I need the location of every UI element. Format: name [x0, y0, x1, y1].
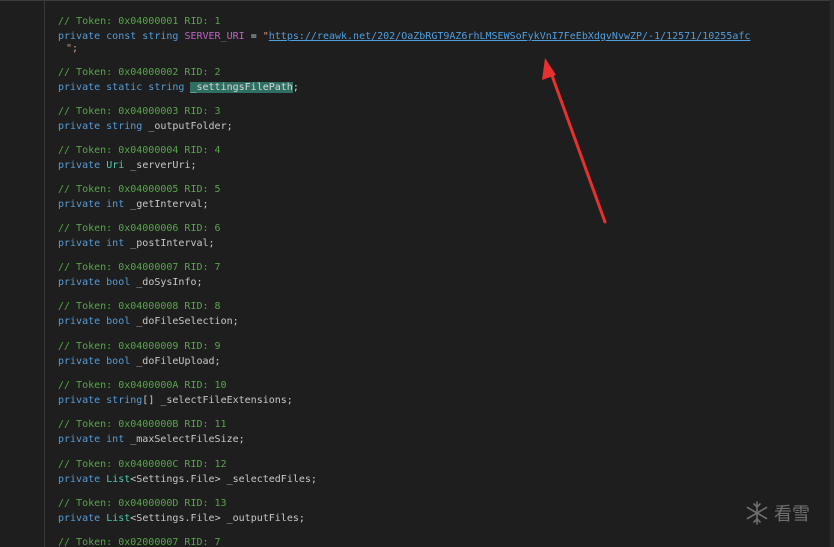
identifier[interactable]: _getInterval; — [130, 199, 208, 210]
modifiers: private int — [58, 199, 125, 210]
type-name[interactable]: List — [106, 513, 130, 524]
code-line[interactable]: private string _outputFolder; — [58, 120, 233, 134]
operator: = — [244, 31, 263, 42]
identifier[interactable]: _serverUri; — [130, 160, 196, 171]
identifier[interactable]: _selectFileExtensions; — [160, 395, 292, 406]
code-line[interactable]: private bool _doSysInfo; — [58, 276, 203, 290]
code-comment: // Token: 0x0400000C RID: 12 — [58, 459, 227, 470]
identifier[interactable]: _postInterval; — [130, 238, 214, 249]
generic-args: <Settings.File> — [130, 474, 221, 485]
modifiers: private int — [58, 434, 125, 445]
identifier[interactable]: _outputFiles; — [227, 513, 305, 524]
code-comment: // Token: 0x0400000D RID: 13 — [58, 498, 227, 509]
identifier[interactable]: _maxSelectFileSize; — [130, 434, 244, 445]
top-border — [0, 0, 834, 1]
modifiers: private int — [58, 238, 125, 249]
identifier[interactable]: _doSysInfo; — [136, 277, 202, 288]
identifier[interactable]: _doFileUpload; — [136, 356, 220, 367]
code-comment: // Token: 0x04000007 RID: 7 — [58, 262, 221, 273]
code-line[interactable]: private string[] _selectFileExtensions; — [58, 394, 293, 408]
code-comment: // Token: 0x04000001 RID: 1 — [58, 16, 221, 27]
code-comment: // Token: 0x04000003 RID: 3 — [58, 106, 221, 117]
modifiers: private bool — [58, 316, 131, 327]
modifiers: private const string — [58, 31, 179, 42]
modifiers: private — [58, 513, 101, 524]
modifiers: private — [58, 474, 101, 485]
code-comment: // Token: 0x0400000A RID: 10 — [58, 380, 227, 391]
type-name[interactable]: List — [106, 474, 130, 485]
watermark: 看雪 — [744, 500, 810, 526]
array-brackets: [] — [142, 395, 155, 406]
modifiers: private bool — [58, 356, 131, 367]
code-line[interactable]: private int _maxSelectFileSize; — [58, 433, 245, 447]
code-line[interactable]: private Uri _serverUri; — [58, 159, 197, 173]
modifiers: private bool — [58, 277, 131, 288]
vertical-scrollbar[interactable] — [830, 0, 834, 547]
code-comment: // Token: 0x04000008 RID: 8 — [58, 301, 221, 312]
identifier[interactable]: _selectedFiles; — [227, 474, 317, 485]
identifier[interactable]: SERVER_URI — [184, 31, 244, 42]
type-name[interactable]: Uri — [106, 160, 124, 171]
modifiers: private string — [58, 395, 143, 406]
generic-args: <Settings.File> — [130, 513, 221, 524]
code-line[interactable]: private static string _settingsFilePath; — [58, 81, 299, 95]
modifiers: private static string — [58, 82, 185, 93]
indent-guide — [44, 0, 45, 547]
code-editor[interactable]: // Token: 0x04000001 RID: 1 private cons… — [0, 0, 834, 547]
code-comment: // Token: 0x02000007 RID: 7 — [58, 537, 221, 547]
modifiers: private string — [58, 121, 143, 132]
snowflake-icon — [746, 501, 768, 525]
code-line-server-uri[interactable]: private const string SERVER_URI = "https… — [58, 30, 750, 44]
server-url-link[interactable]: https://reawk.net/202/OaZbRGT9AZ6rhLMSEW… — [269, 31, 751, 42]
identifier[interactable]: _doFileSelection; — [136, 316, 238, 327]
code-comment: // Token: 0x04000005 RID: 5 — [58, 184, 221, 195]
code-line[interactable]: private bool _doFileSelection; — [58, 315, 239, 329]
code-comment: // Token: 0x04000009 RID: 9 — [58, 341, 221, 352]
code-line[interactable]: private List<Settings.File> _selectedFil… — [58, 473, 317, 487]
code-comment: // Token: 0x04000004 RID: 4 — [58, 145, 221, 156]
code-comment: // Token: 0x04000006 RID: 6 — [58, 223, 221, 234]
code-line[interactable]: private List<Settings.File> _outputFiles… — [58, 512, 305, 526]
code-comment: // Token: 0x04000002 RID: 2 — [58, 67, 221, 78]
string-quote-end: "; — [66, 43, 79, 54]
modifiers: private — [58, 160, 101, 171]
identifier[interactable]: _outputFolder; — [148, 121, 232, 132]
watermark-text: 看雪 — [774, 504, 810, 525]
selected-identifier[interactable]: _settingsFilePath — [190, 82, 293, 93]
code-line[interactable]: private int _getInterval; — [58, 198, 209, 212]
code-line[interactable]: private int _postInterval; — [58, 237, 215, 251]
semicolon: ; — [292, 82, 299, 93]
code-comment: // Token: 0x0400000B RID: 11 — [58, 419, 227, 430]
code-line[interactable]: private bool _doFileUpload; — [58, 355, 221, 369]
